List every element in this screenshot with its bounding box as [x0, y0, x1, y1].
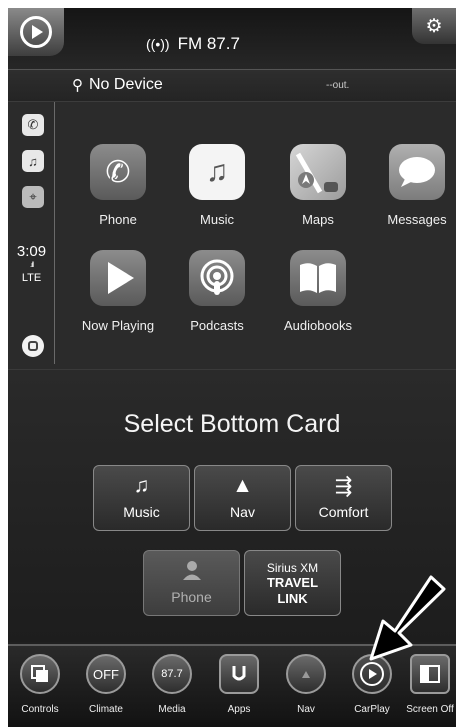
app-now-playing[interactable]: Now Playing	[73, 250, 163, 333]
sidebar-phone-icon[interactable]: ✆	[22, 114, 44, 136]
radio-status[interactable]: ((•)) FM 87.7	[146, 34, 240, 54]
person-icon	[144, 559, 239, 585]
maps-icon	[290, 144, 346, 200]
seat-fan-icon: ⇶	[334, 475, 353, 498]
card-phone-button[interactable]: Phone	[143, 550, 240, 616]
messages-icon	[389, 144, 445, 200]
settings-button[interactable]: ⚙	[412, 8, 456, 44]
music-icon: ♫	[189, 144, 245, 200]
radio-signal-icon: ((•))	[146, 36, 170, 52]
travel-label: TRAVEL	[266, 575, 319, 590]
phone-icon: ✆	[90, 144, 146, 200]
climate-icon: OFF	[86, 654, 126, 694]
audiobooks-icon	[290, 250, 346, 306]
card-comfort-button[interactable]: ⇶ Comfort	[295, 465, 392, 531]
app-music[interactable]: ♫ Music	[172, 144, 262, 227]
app-maps[interactable]: Maps	[273, 144, 363, 227]
gear-icon: ⚙	[425, 15, 443, 37]
nav-arrow-icon: ▲	[232, 474, 253, 497]
controls-button[interactable]: Controls	[10, 654, 70, 715]
device-status: ⚲ No Device	[72, 76, 163, 94]
nav-icon	[286, 654, 326, 694]
usb-icon: ⚲	[72, 77, 83, 94]
app-phone[interactable]: ✆ Phone	[73, 144, 163, 227]
network-label: LTE	[21, 272, 42, 284]
sidebar-music-icon[interactable]: ♫	[22, 150, 44, 172]
media-icon: 87.7	[152, 654, 192, 694]
card-music-button[interactable]: ♫ Music	[93, 465, 190, 531]
app-podcasts[interactable]: Podcasts	[172, 250, 262, 333]
device-label: No Device	[89, 76, 163, 93]
now-playing-icon	[90, 250, 146, 306]
carplay-sidebar: ✆ ♫ ⌖ 3:09 .ıll LTE	[8, 102, 55, 364]
play-circle-icon	[20, 16, 52, 48]
link-label: LINK	[277, 591, 308, 606]
signal-icon: .ıll	[30, 262, 34, 269]
climate-button[interactable]: OFF Climate	[76, 654, 136, 715]
carplay-screen: ✆ ♫ ⌖ 3:09 .ıll LTE ✆ Phone ♫ Music Maps…	[8, 102, 456, 370]
select-card-title: Select Bottom Card	[123, 410, 341, 438]
music-note-icon: ♫	[133, 474, 150, 497]
status-bar: ⚲ No Device --out.	[8, 70, 456, 102]
radio-station-label: FM 87.7	[177, 34, 240, 53]
card-nav-button[interactable]: ▲ Nav	[194, 465, 291, 531]
card-sxm-travel-link-button[interactable]: Sirius XM TRAVEL LINK	[244, 550, 341, 616]
sidebar-time: 3:09	[16, 243, 47, 260]
carplay-home-button[interactable]	[22, 335, 44, 357]
app-messages[interactable]: Messages	[372, 144, 456, 227]
sidebar-maps-icon[interactable]: ⌖	[22, 186, 44, 208]
header-bar: ((•)) FM 87.7 ⚙	[8, 8, 456, 70]
head-unit-screen: ((•)) FM 87.7 ⚙ ⚲ No Device --out. ✆ ♫ ⌖…	[8, 8, 456, 727]
controls-icon	[20, 654, 60, 694]
app-audiobooks[interactable]: Audiobooks	[273, 250, 363, 333]
home-button[interactable]	[8, 8, 64, 56]
apps-icon	[219, 654, 259, 694]
podcasts-icon	[189, 250, 245, 306]
callout-arrow	[369, 575, 446, 661]
apps-button[interactable]: Apps	[209, 654, 269, 715]
nav-button[interactable]: Nav	[276, 654, 336, 715]
sxm-label: Sirius XM	[266, 561, 319, 575]
media-button[interactable]: 87.7 Media	[142, 654, 202, 715]
out-label: --out.	[326, 80, 350, 91]
